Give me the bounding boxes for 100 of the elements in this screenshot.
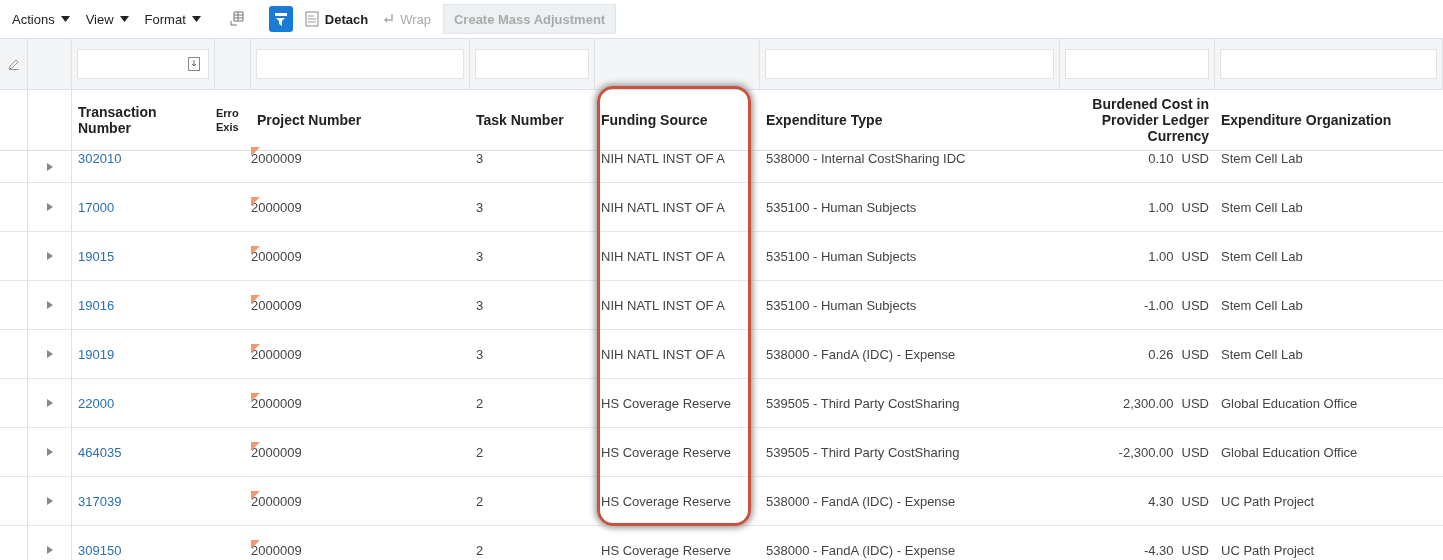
table-cell: 3: [476, 151, 484, 166]
table-cell: Stem Cell Lab: [1221, 151, 1303, 166]
table-cell: 3: [476, 297, 484, 313]
filter-field[interactable]: [256, 49, 464, 79]
table-cell: USD: [1181, 248, 1209, 264]
filter-icon: [272, 11, 289, 27]
table-cell: -4.30: [1143, 542, 1174, 558]
transaction-link[interactable]: 19015: [78, 248, 115, 264]
expand-icon[interactable]: [46, 350, 53, 358]
table-cell: USD: [1181, 199, 1209, 215]
expand-icon[interactable]: [46, 497, 53, 505]
filter-field[interactable]: [1065, 49, 1209, 79]
table-cell: 3: [476, 346, 484, 362]
table-cell: UC Path Project: [1221, 493, 1315, 509]
table-cell: USD: [1181, 346, 1209, 362]
expand-icon[interactable]: [46, 252, 53, 260]
table-cell: 2000009: [251, 444, 302, 460]
transaction-link[interactable]: 19019: [78, 346, 115, 362]
caret-icon: [191, 16, 201, 22]
table-cell: 0.10: [1148, 151, 1174, 166]
table-cell: 1.00: [1148, 199, 1174, 215]
menu-button[interactable]: Actions: [10, 8, 72, 30]
column-header[interactable]: Funding Source: [601, 112, 708, 128]
filter-options-icon[interactable]: [188, 57, 200, 71]
table-cell: 2000009: [251, 346, 302, 362]
transaction-link[interactable]: 19016: [78, 297, 115, 313]
table-cell: 0.26: [1148, 346, 1174, 362]
transaction-link[interactable]: 302010: [78, 151, 122, 166]
table-cell: 2: [476, 542, 484, 558]
column-header[interactable]: Project Number: [257, 112, 362, 128]
filter-button[interactable]: [268, 6, 293, 32]
transaction-link[interactable]: 317039: [78, 493, 122, 509]
table-cell: 539505 - Third Party CostSharing: [766, 444, 960, 460]
table-cell: HS Coverage Reserve: [601, 444, 732, 460]
expand-icon[interactable]: [46, 546, 53, 554]
menu-button[interactable]: Format: [142, 8, 203, 30]
caret-icon: [60, 16, 70, 22]
transaction-link[interactable]: 22000: [78, 395, 115, 411]
filter-field[interactable]: [765, 49, 1054, 79]
column-header[interactable]: Task Number: [476, 112, 564, 128]
table-cell: 535100 - Human Subjects: [766, 248, 917, 264]
table-cell: 538000 - FandA (IDC) - Expense: [766, 346, 956, 362]
table-cell: 4.30: [1148, 493, 1174, 509]
table-cell: 538000 - FandA (IDC) - Expense: [766, 493, 956, 509]
table-cell: NIH NATL INST OF A: [601, 346, 725, 362]
caret-icon: [119, 16, 129, 22]
table-cell: HS Coverage Reserve: [601, 395, 732, 411]
detach-button[interactable]: Detach: [302, 8, 371, 30]
table-cell: 2000009: [251, 542, 302, 558]
table-cell: NIH NATL INST OF A: [601, 199, 725, 215]
table-cell: 2000009: [251, 151, 302, 166]
table-cell: UC Path Project: [1221, 542, 1315, 558]
table-cell: USD: [1181, 493, 1209, 509]
menu-button[interactable]: View: [83, 8, 131, 30]
filter-field[interactable]: [475, 49, 589, 79]
table-cell: 2000009: [251, 395, 302, 411]
table-cell: 2: [476, 444, 484, 460]
table-cell: Global Education Office: [1221, 395, 1358, 411]
expand-icon[interactable]: [46, 448, 53, 456]
pencil-icon: [7, 58, 20, 70]
filter-field[interactable]: [1220, 49, 1437, 79]
table-cell: 3: [476, 248, 484, 264]
table-cell: NIH NATL INST OF A: [601, 297, 725, 313]
table-cell: Stem Cell Lab: [1221, 346, 1303, 362]
table-cell: 538000 - FandA (IDC) - Expense: [766, 542, 956, 558]
table-cell: Stem Cell Lab: [1221, 199, 1303, 215]
column-header[interactable]: Transaction Number: [78, 104, 209, 136]
filter-field[interactable]: [77, 49, 209, 79]
table-cell: 1.00: [1148, 248, 1174, 264]
table-cell: USD: [1181, 151, 1209, 166]
table-cell: 2000009: [251, 199, 302, 215]
expand-icon[interactable]: [46, 162, 53, 171]
table-cell: -2,300.00: [1118, 444, 1174, 460]
table-cell: 538000 - Internal CostSharing IDC: [766, 151, 966, 166]
table-cell: 2,300.00: [1122, 395, 1174, 411]
column-header[interactable]: Burdened Cost in Provider Ledger Currency: [1066, 96, 1209, 144]
table-cell: NIH NATL INST OF A: [601, 248, 725, 264]
table-cell: 2000009: [251, 248, 302, 264]
table-cell: HS Coverage Reserve: [601, 542, 732, 558]
table-cell: 2000009: [251, 493, 302, 509]
return-arrow-icon: [382, 13, 395, 25]
column-header[interactable]: Expenditure Type: [766, 112, 883, 128]
table-cell: USD: [1181, 297, 1209, 313]
transaction-link[interactable]: 17000: [78, 199, 115, 215]
table-cell: HS Coverage Reserve: [601, 493, 732, 509]
column-header[interactable]: Expenditure Organization: [1221, 112, 1392, 128]
table-cell: 3: [476, 199, 484, 215]
table-cell: 2: [476, 493, 484, 509]
table-cell: 2000009: [251, 297, 302, 313]
expand-icon[interactable]: [46, 399, 53, 407]
table-cell: 539505 - Third Party CostSharing: [766, 395, 960, 411]
table-cell: 535100 - Human Subjects: [766, 297, 917, 313]
grid-icon: [229, 11, 244, 27]
transaction-link[interactable]: 309150: [78, 542, 122, 558]
expand-icon[interactable]: [46, 203, 53, 211]
table-cell: USD: [1181, 542, 1209, 558]
transaction-link[interactable]: 464035: [78, 444, 122, 460]
table-cell: Stem Cell Lab: [1221, 297, 1303, 313]
expand-icon[interactable]: [46, 301, 53, 309]
column-header[interactable]: Erro Exis: [216, 106, 246, 134]
